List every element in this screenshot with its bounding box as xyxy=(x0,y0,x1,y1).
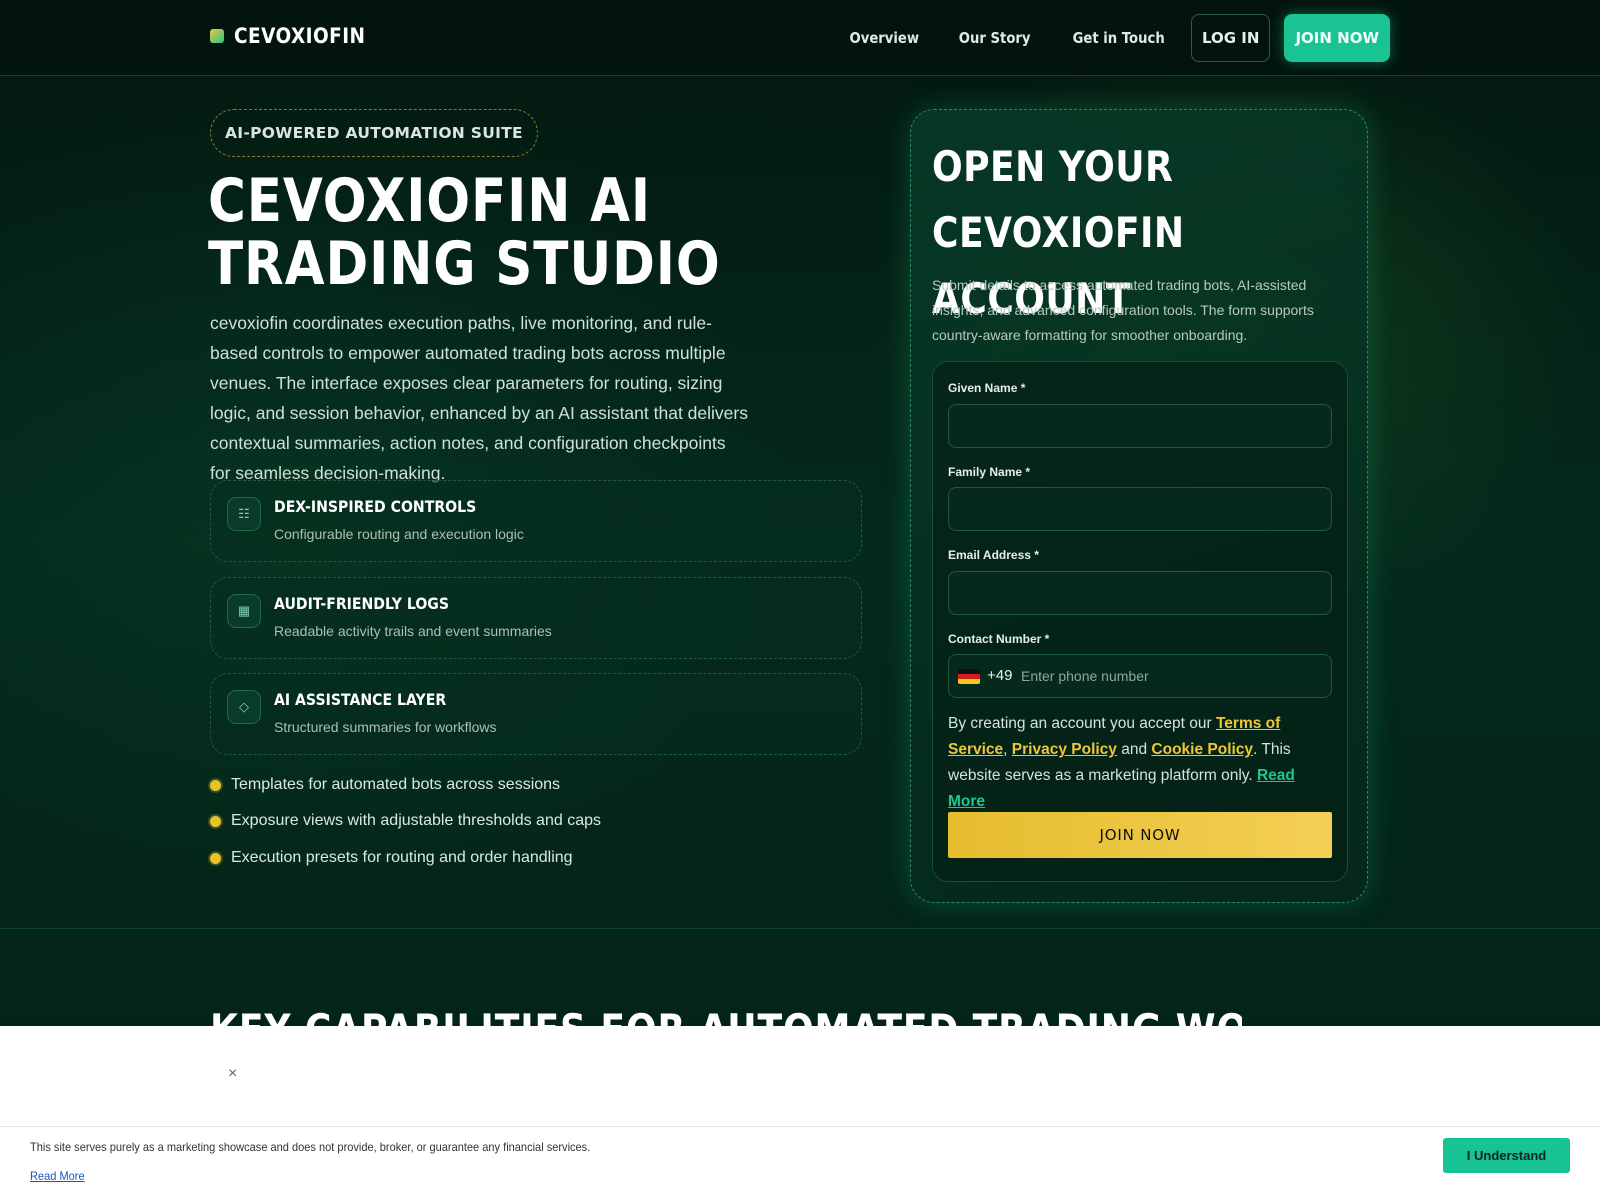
list-item: Execution presets for routing and order … xyxy=(210,849,573,867)
phone-input[interactable]: Enter phone number xyxy=(1021,668,1149,684)
bullet-text: Execution presets for routing and order … xyxy=(231,849,573,866)
form-description: Submit details to access automated tradi… xyxy=(932,277,1314,343)
given-name-field[interactable] xyxy=(948,404,1332,448)
family-name-field[interactable] xyxy=(948,487,1332,531)
nav-get-in-touch[interactable]: Get in Touch xyxy=(1073,29,1165,47)
brand[interactable]: CEVOXIOFIN xyxy=(210,24,383,48)
hero-badge: AI-POWERED AUTOMATION SUITE xyxy=(210,109,538,157)
hero-description: cevoxiofin coordinates execution paths, … xyxy=(210,313,748,483)
list-item: Templates for automated bots across sess… xyxy=(210,776,560,794)
phone-label: Contact Number * xyxy=(948,632,1050,646)
email-field[interactable] xyxy=(948,571,1332,615)
feature-title: AI ASSISTANCE LAYER xyxy=(274,690,447,709)
list-item: Exposure views with adjustable threshold… xyxy=(210,812,601,830)
email-label: Email Address * xyxy=(948,548,1039,562)
bullet-dot-icon xyxy=(210,852,221,864)
logo-icon xyxy=(210,29,224,43)
feature-card: ☷ DEX-INSPIRED CONTROLS Configurable rou… xyxy=(210,480,862,562)
grid-icon: ▦ xyxy=(227,594,261,628)
main-nav: Overview Our Story Get in Touch LOG IN J… xyxy=(810,14,1390,62)
site-header: CEVOXIOFIN Overview Our Story Get in Tou… xyxy=(0,0,1600,76)
terms-text: By creating an account you accept our Te… xyxy=(948,711,1334,815)
submit-join-button[interactable]: JOIN NOW xyxy=(948,812,1332,858)
bullet-text: Exposure views with adjustable threshold… xyxy=(231,812,601,829)
accept-cookies-button[interactable]: I Understand xyxy=(1443,1138,1570,1173)
feature-subtitle: Readable activity trails and event summa… xyxy=(274,623,552,639)
close-icon[interactable]: × xyxy=(228,1065,237,1083)
phone-country-code[interactable]: +49 xyxy=(987,667,1012,684)
signup-form: Given Name * Family Name * Email Address… xyxy=(932,361,1348,882)
terms-prefix: By creating an account you accept our xyxy=(948,715,1216,732)
feature-card: ▦ AUDIT-FRIENDLY LOGS Readable activity … xyxy=(210,577,862,659)
nav-our-story[interactable]: Our Story xyxy=(959,29,1031,47)
feature-title: AUDIT-FRIENDLY LOGS xyxy=(274,594,450,613)
section-title: KEY CAPABILITIES FOR AUTOMATED TRADING W… xyxy=(210,1005,1242,1026)
sliders-icon: ☷ xyxy=(227,497,261,531)
bullet-dot-icon xyxy=(210,779,221,791)
cookie-read-more-link[interactable]: Read More xyxy=(30,1169,85,1183)
family-name-label: Family Name * xyxy=(948,465,1031,479)
feature-card: ◇ AI ASSISTANCE LAYER Structured summari… xyxy=(210,673,862,755)
given-name-label: Given Name * xyxy=(948,381,1026,395)
section-divider xyxy=(0,928,1600,929)
terms-comma: , xyxy=(1003,741,1008,758)
feature-subtitle: Structured summaries for workflows xyxy=(274,719,497,735)
feature-title: DEX-INSPIRED CONTROLS xyxy=(274,497,477,516)
terms-and: and xyxy=(1116,741,1152,758)
feature-subtitle: Configurable routing and execution logic xyxy=(274,526,524,542)
hero-title: CEVOXIOFIN AI TRADING STUDIO xyxy=(208,166,721,299)
nav-overview[interactable]: Overview xyxy=(849,29,919,47)
bullet-dot-icon xyxy=(210,815,221,827)
cookie-banner: × This site serves purely as a marketing… xyxy=(0,1026,1600,1200)
privacy-policy-link[interactable]: Privacy Policy xyxy=(1012,741,1117,758)
diamond-icon: ◇ xyxy=(227,690,261,724)
cookie-divider xyxy=(0,1126,1600,1127)
bullet-text: Templates for automated bots across sess… xyxy=(231,776,561,793)
germany-flag-icon[interactable] xyxy=(958,669,980,684)
signup-card: OPEN YOUR CEVOXIOFIN ACCOUNT Submit deta… xyxy=(910,109,1368,903)
cookie-text: This site serves purely as a marketing s… xyxy=(30,1140,591,1154)
brand-name: CEVOXIOFIN xyxy=(234,24,366,48)
join-now-button[interactable]: JOIN NOW xyxy=(1284,14,1390,62)
phone-field[interactable]: +49 Enter phone number xyxy=(948,654,1332,698)
login-button[interactable]: LOG IN xyxy=(1191,14,1271,62)
cookie-policy-link[interactable]: Cookie Policy xyxy=(1151,741,1253,758)
